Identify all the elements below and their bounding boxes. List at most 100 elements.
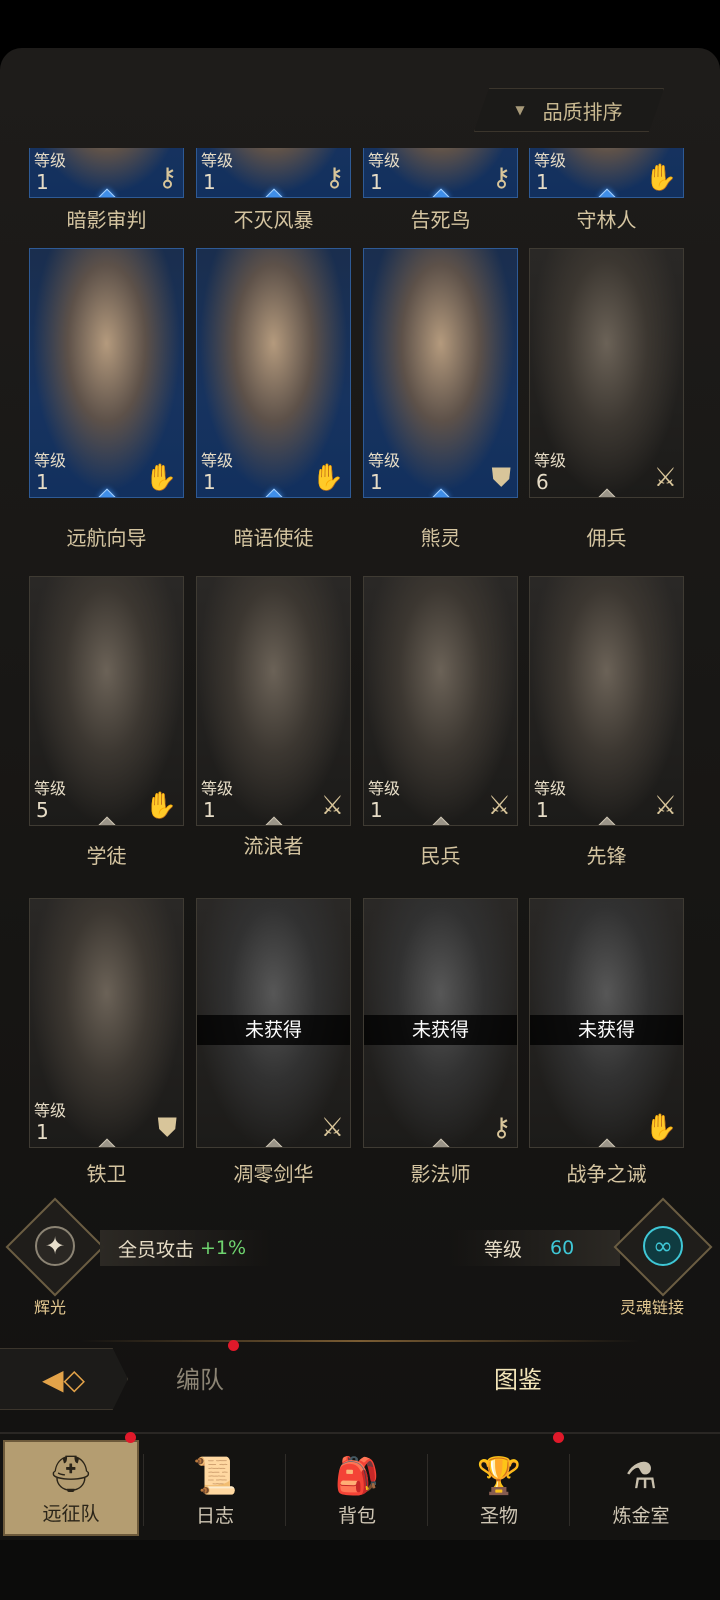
formation-badge [228,1340,239,1351]
hero-name: 暗影审判 [66,208,147,232]
level-label: 等级 [34,779,67,798]
shield-icon: ⛊ [491,463,511,493]
level-label: 等级 [34,451,67,470]
level-label: 等级 [534,779,567,798]
level-value: 1 [370,470,383,494]
hero-name: 告死鸟 [410,208,471,232]
hero-card[interactable]: 等级 1 ✋ [196,248,351,498]
nav-item-1[interactable]: 📜 日志 [147,1440,283,1536]
hero-card[interactable]: 未获得 ✋ [529,898,684,1148]
hero-card[interactable]: 等级 1 ✋ [529,148,684,198]
nav-item-3[interactable]: 🏆 圣物 [431,1440,567,1536]
system-bar [0,1540,720,1600]
hero-card[interactable]: 等级 1 ⚔ [529,576,684,826]
hero-card[interactable]: 等级 1 ⛊ [363,248,518,498]
tab-formation[interactable]: 编队 [176,1360,224,1395]
nav-badge [553,1432,564,1443]
key-icon: ⚷ [324,163,344,193]
level-value: 6 [536,470,549,494]
sword-icon: ⚔ [653,791,677,821]
hand-icon: ✋ [311,463,344,493]
hero-card[interactable]: 未获得 ⚔ [196,898,351,1148]
level-label: 等级 [34,1101,67,1120]
hero-card[interactable]: 等级 1 ⛊ [29,898,184,1148]
nav-item-4[interactable]: ⚗ 炼金室 [573,1440,709,1536]
buff-strip: 全员攻击 +1% [100,1230,270,1266]
level-value: 1 [36,470,49,494]
hero-name: 民兵 [420,844,461,868]
hero-card[interactable]: 等级 5 ✋ [29,576,184,826]
hero-card[interactable]: 等级 1 ⚔ [196,576,351,826]
sword-icon: ⚔ [487,791,511,821]
hand-icon: ✋ [644,1113,677,1143]
buff-value: +1% [200,1237,247,1259]
hero-grid: 等级 1 ⚷ 暗影审判 等级 1 ⚷ 不灭风暴 等级 1 ⚷ 告死鸟 等级 1 ✋ 守林人 等级 1 ✋ 远航向导 等级… [29,148,693,1228]
team-level-strip: 等级 60 [450,1230,620,1266]
chalice-icon: 🏆 [476,1456,522,1497]
tab-codex[interactable]: 图鉴 [494,1360,542,1395]
back-button[interactable]: ◀◇ [0,1348,128,1410]
nav-item-0[interactable]: ⛑ 远征队 [3,1440,139,1536]
level-label: 等级 [534,451,567,470]
nav-label: 日志 [195,1505,234,1527]
sword-icon: ⚔ [653,463,677,493]
alchemy-icon: ⚗ [624,1456,658,1497]
level-label: 等级 [201,151,234,170]
sword-icon: ⚔ [320,791,344,821]
nav-label: 背包 [337,1505,376,1527]
sort-label: 品质排序 [542,99,623,124]
level-label: 等级 [368,779,401,798]
back-arrow-icon: ◀◇ [41,1362,86,1396]
hero-card[interactable]: 等级 1 ✋ [29,248,184,498]
nav-separator [143,1454,144,1526]
sword-icon: ⚔ [320,1113,344,1143]
level-label: 等级 [201,451,234,470]
hero-name: 学徒 [86,844,127,868]
hero-name: 不灭风暴 [233,208,314,232]
level-value: 1 [370,170,383,194]
key-icon: ⚷ [491,163,511,193]
radiance-label: 辉光 [34,1298,67,1317]
level-value: 1 [203,170,216,194]
level-label: 等级 [368,151,401,170]
bottom-nav: ⛑ 远征队 📜 日志 🎒 背包 🏆 圣物 ⚗ 炼金室 [0,1432,720,1540]
viking-helmet-icon: ⛑ [48,1454,94,1495]
hero-card[interactable]: 等级 1 ⚷ [196,148,351,198]
hero-name: 战争之诫 [566,1162,647,1186]
level-value: 1 [36,1120,49,1144]
hero-name: 凋零剑华 [233,1162,314,1186]
buff-text: 全员攻击 [118,1238,195,1261]
quality-sort-button[interactable]: ▼ 品质排序 [474,88,664,132]
hero-card[interactable]: 等级 1 ⚔ [363,576,518,826]
level-label: 等级 [34,151,67,170]
nav-separator [569,1454,570,1526]
key-icon: ⚷ [157,163,177,193]
shield-icon: ⛊ [157,1113,177,1143]
nav-label: 圣物 [479,1505,518,1527]
nav-badge [125,1432,136,1443]
team-level-value: 60 [550,1237,575,1259]
hero-name: 先锋 [586,844,627,868]
tabs-divider [80,1340,640,1342]
hero-name: 铁卫 [86,1162,127,1186]
hero-card[interactable]: 等级 6 ⚔ [529,248,684,498]
hand-icon: ✋ [144,463,177,493]
dropdown-triangle-icon: ▼ [515,103,525,117]
level-label: 等级 [201,779,234,798]
level-value: 1 [36,170,49,194]
level-value: 1 [370,798,383,822]
hero-card[interactable]: 未获得 ⚷ [363,898,518,1148]
nav-label: 远征队 [42,1503,100,1525]
nav-item-2[interactable]: 🎒 背包 [289,1440,425,1536]
hero-name: 佣兵 [586,526,627,550]
compass-icon: ✦ [35,1226,75,1266]
hero-card[interactable]: 等级 1 ⚷ [29,148,184,198]
team-level-label: 等级 [484,1238,523,1261]
backpack-icon: 🎒 [334,1456,380,1497]
hero-name: 影法师 [410,1162,471,1186]
hero-card[interactable]: 等级 1 ⚷ [363,148,518,198]
key-icon: ⚷ [491,1113,511,1143]
hero-name: 暗语使徒 [233,526,314,550]
hand-icon: ✋ [144,791,177,821]
nav-separator [285,1454,286,1526]
